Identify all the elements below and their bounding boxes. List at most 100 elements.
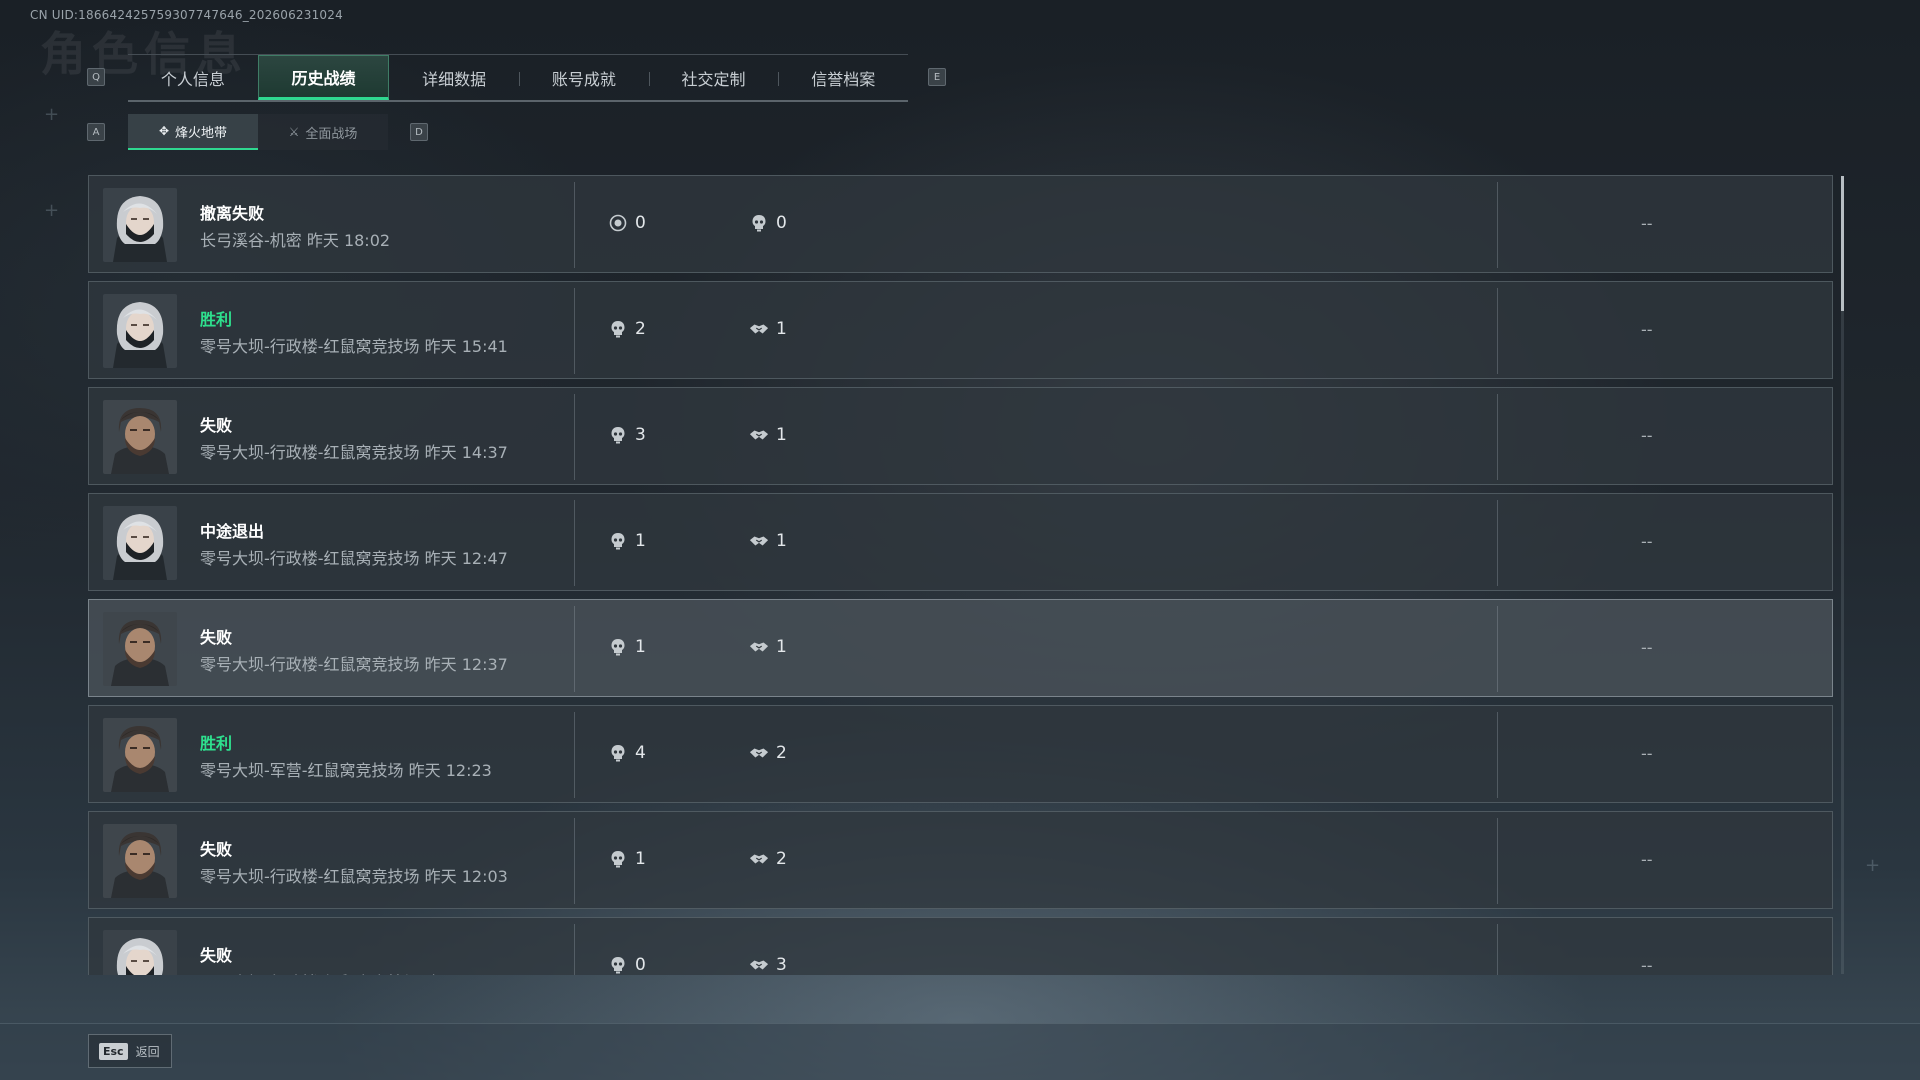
kill-icon <box>749 213 769 233</box>
operator-avatar <box>103 930 177 975</box>
match-info: 零号大坝-行政楼-红鼠窝竞技场 昨天 12:37 <box>200 655 508 674</box>
match-info: 零号大坝-行政楼-红鼠窝竞技场 昨天 15:41 <box>200 337 508 356</box>
match-row[interactable]: 胜利零号大坝-行政楼-红鼠窝竞技场 昨天 15:41 2 1 -- <box>88 281 1833 379</box>
stat-value: 3 <box>776 955 787 975</box>
column-divider <box>1497 818 1498 904</box>
assist-icon <box>749 531 769 551</box>
next-tab-key[interactable]: E <box>928 68 946 86</box>
match-row[interactable]: 失败零号大坝-行政楼-红鼠窝竞技场 昨天 11:52 0 3 -- <box>88 917 1833 975</box>
match-result: 失败 <box>200 416 233 435</box>
column-divider <box>574 818 575 904</box>
kill-icon <box>608 955 628 975</box>
operator-avatar <box>103 294 177 368</box>
stat-primary: 0 <box>608 955 646 975</box>
subtab-extraction[interactable]: ✥ 烽火地带 <box>128 114 258 150</box>
column-divider <box>1497 288 1498 374</box>
tab-match-history[interactable]: 历史战绩 <box>257 55 390 100</box>
extra-value: -- <box>1641 320 1653 339</box>
stat-secondary: 1 <box>749 425 787 445</box>
stat-value: 0 <box>635 955 646 975</box>
kill-icon <box>608 743 628 763</box>
operator-avatar <box>103 400 177 474</box>
match-row[interactable]: 撤离失败长弓溪谷-机密 昨天 18:02 0 0 -- <box>88 175 1833 273</box>
stat-secondary: 3 <box>749 955 787 975</box>
stat-secondary: 2 <box>749 849 787 869</box>
stat-value: 2 <box>776 743 787 763</box>
mode-subtabs: ✥ 烽火地带 ⚔ 全面战场 <box>128 114 388 150</box>
match-result: 失败 <box>200 946 233 965</box>
column-divider <box>1497 394 1498 480</box>
stat-secondary: 1 <box>749 319 787 339</box>
match-result: 胜利 <box>200 734 233 753</box>
column-divider <box>1497 924 1498 975</box>
column-divider <box>574 182 575 268</box>
back-button[interactable]: Esc 返回 <box>88 1034 172 1068</box>
assist-icon <box>749 955 769 975</box>
stat-secondary: 2 <box>749 743 787 763</box>
tab-detailed-data[interactable]: 详细数据 <box>389 55 519 100</box>
column-divider <box>1497 606 1498 692</box>
match-row[interactable]: 胜利 零号大坝-军营-红鼠窝竞技场 昨天 12:23 4 2 -- <box>88 705 1833 803</box>
match-result: 失败 <box>200 840 233 859</box>
subtab-battlefield[interactable]: ⚔ 全面战场 <box>258 114 388 150</box>
tab-achievements[interactable]: 账号成就 <box>519 55 649 100</box>
column-divider <box>574 924 575 975</box>
stat-primary: 0 <box>608 213 646 233</box>
column-divider <box>574 288 575 374</box>
match-row[interactable]: 失败 零号大坝-行政楼-红鼠窝竞技场 昨天 12:03 1 2 -- <box>88 811 1833 909</box>
crosshair-decoration-icon: + <box>1865 855 1881 876</box>
battlefield-icon: ⚔ <box>288 125 300 139</box>
operator-avatar <box>103 824 177 898</box>
match-info: 零号大坝-行政楼-红鼠窝竞技场 昨天 12:47 <box>200 549 508 568</box>
match-result: 失败 <box>200 628 233 647</box>
stat-primary: 4 <box>608 743 646 763</box>
stat-value: 1 <box>635 637 646 657</box>
kill-icon <box>608 637 628 657</box>
stat-value: 3 <box>635 425 646 445</box>
tab-personal-info[interactable]: 个人信息 <box>128 55 258 100</box>
column-divider <box>574 606 575 692</box>
match-result: 中途退出 <box>200 522 265 541</box>
match-history-list[interactable]: 撤离失败 长弓溪谷-机密 昨天 18:02 0 0 -- 胜利 零号大坝-行政楼-红鼠窝竞技… <box>88 175 1834 975</box>
extra-value: -- <box>1641 744 1653 763</box>
back-label: 返回 <box>135 1044 160 1059</box>
scrollbar-thumb[interactable] <box>1841 176 1844 311</box>
column-divider <box>1497 500 1498 586</box>
assist-icon <box>749 319 769 339</box>
operator-avatar <box>103 612 177 686</box>
kill-icon <box>608 319 628 339</box>
tab-reputation[interactable]: 信誉档案 <box>778 55 908 100</box>
crosshair-decoration-icon: + <box>44 104 60 125</box>
extraction-icon: ✥ <box>158 124 170 138</box>
next-subtab-key[interactable]: D <box>410 123 428 141</box>
extra-value: -- <box>1641 214 1653 233</box>
subtab-label: 烽火地带 <box>175 125 228 141</box>
column-divider <box>1497 182 1498 268</box>
match-info: 零号大坝-行政楼-红鼠窝竞技场 昨天 14:37 <box>200 443 508 462</box>
match-row[interactable]: 失败 零号大坝-行政楼-红鼠窝竞技场 昨天 14:37 3 1 -- <box>88 387 1833 485</box>
column-divider <box>1497 712 1498 798</box>
match-result: 撤离失败 <box>200 204 265 223</box>
match-info: 长弓溪谷-机密 昨天 18:02 <box>200 231 391 250</box>
tab-social-custom[interactable]: 社交定制 <box>648 55 779 100</box>
stat-value: 1 <box>635 531 646 551</box>
match-result: 胜利 <box>200 310 233 329</box>
stat-secondary: 0 <box>749 213 787 233</box>
crosshair-decoration-icon: + <box>44 200 60 221</box>
match-row[interactable]: 失败 零号大坝-行政楼-红鼠窝竞技场 昨天 12:37 1 1 -- <box>88 599 1833 697</box>
assist-icon <box>749 637 769 657</box>
valuables-icon <box>608 213 628 233</box>
column-divider <box>574 712 575 798</box>
stat-value: 4 <box>635 743 646 763</box>
prev-tab-key[interactable]: Q <box>87 68 105 86</box>
assist-icon <box>749 425 769 445</box>
match-info: 零号大坝-行政楼-红鼠窝竞技场 昨天 11:52 <box>200 969 508 975</box>
stat-value: 1 <box>635 849 646 869</box>
stat-primary: 2 <box>608 319 646 339</box>
match-info: 零号大坝-行政楼-红鼠窝竞技场 昨天 12:03 <box>200 867 508 886</box>
prev-subtab-key[interactable]: A <box>87 123 105 141</box>
stat-value: 0 <box>635 213 646 233</box>
operator-avatar <box>103 718 177 792</box>
match-row[interactable]: 中途退出 零号大坝-行政楼-红鼠窝竞技场 昨天 12:47 1 1 -- <box>88 493 1833 591</box>
main-tabs: 个人信息 历史战绩 详细数据 账号成就 社交定制 信誉档案 <box>128 54 908 102</box>
